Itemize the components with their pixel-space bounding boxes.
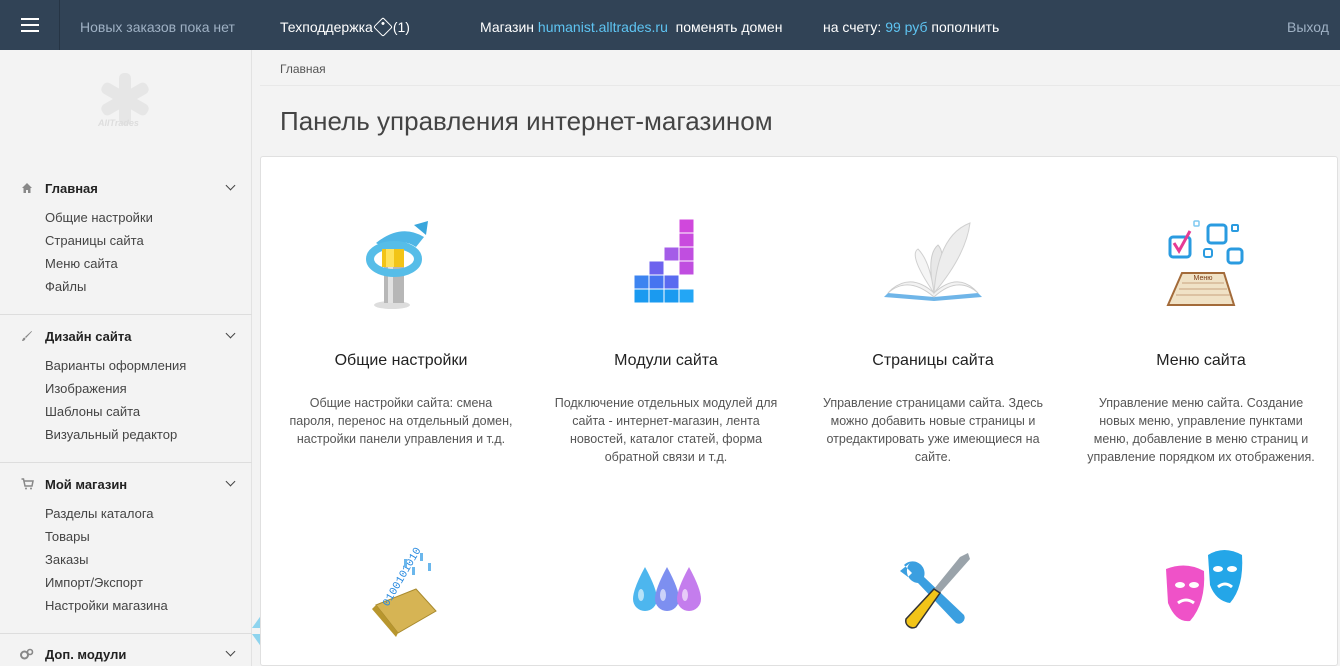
- blocks-icon: [611, 215, 721, 315]
- card-description: Общие настройки сайта: смена пароля, пер…: [289, 396, 513, 446]
- support-label: Техподдержка: [280, 19, 373, 35]
- sidebar-head-label: Главная: [45, 180, 98, 196]
- sidebar-item-general-settings[interactable]: Общие настройки: [0, 206, 252, 229]
- sidebar-item-pages[interactable]: Страницы сайта: [0, 229, 252, 252]
- masks-icon: [1146, 545, 1256, 645]
- card-title: Общие настройки: [334, 352, 468, 369]
- card-design[interactable]: [531, 545, 801, 645]
- support-link[interactable]: Техподдержка (1): [280, 0, 410, 50]
- support-count: (1): [392, 19, 410, 35]
- sidebar-item-themes[interactable]: Варианты оформления: [0, 354, 252, 377]
- card-title: Страницы сайта: [872, 352, 994, 369]
- menu-checklist-icon: Меню: [1146, 215, 1256, 315]
- dashboard-panel: Общие настройки Общие настройки сайта: с…: [260, 156, 1338, 666]
- card-files[interactable]: 0100101010: [266, 545, 536, 645]
- shop-label: Магазин: [480, 19, 535, 35]
- sidebar-item-templates[interactable]: Шаблоны сайта: [0, 400, 252, 423]
- top-bar: Новых заказов пока нет Техподдержка (1) М…: [0, 0, 1340, 50]
- change-domain-link[interactable]: поменять домен: [676, 19, 783, 35]
- sidebar-item-menu[interactable]: Меню сайта: [0, 252, 252, 275]
- sidebar: AllTrades Главная Общие настройки Страни…: [0, 50, 252, 666]
- tools-icon: [878, 545, 988, 645]
- drops-icon: [611, 545, 721, 645]
- sidebar-head-label: Мой магазин: [45, 476, 128, 492]
- card-general-settings[interactable]: Общие настройки Общие настройки сайта: с…: [266, 215, 536, 448]
- sidebar-head-modules[interactable]: Доп. модули: [0, 642, 252, 666]
- sidebar-item-images[interactable]: Изображения: [0, 377, 252, 400]
- card-tools[interactable]: [798, 545, 1068, 645]
- card-description: Подключение отдельных модулей для сайта …: [554, 396, 778, 464]
- sidebar-section-design: Дизайн сайта Варианты оформления Изображ…: [0, 324, 252, 446]
- home-icon: [20, 181, 34, 195]
- logo-text: AllTrades: [98, 118, 139, 128]
- breadcrumb: Главная: [260, 50, 1340, 86]
- balance-info: на счету: 99 руб пополнить: [823, 0, 999, 50]
- ticket-icon: [372, 17, 393, 37]
- sidebar-item-shop-settings[interactable]: Настройки магазина: [0, 594, 252, 617]
- chevron-down-icon: [225, 476, 236, 487]
- card-description: Управление меню сайта. Создание новых ме…: [1087, 396, 1315, 464]
- book-icon: [878, 215, 988, 315]
- brush-icon: [20, 329, 34, 343]
- sidebar-head-design[interactable]: Дизайн сайта: [0, 324, 252, 348]
- sidebar-item-visual-editor[interactable]: Визуальный редактор: [0, 423, 252, 446]
- chevron-down-icon: [225, 646, 236, 657]
- sidebar-item-products[interactable]: Товары: [0, 525, 252, 548]
- binary-folder-icon: 0100101010: [346, 545, 456, 645]
- card-title: Меню сайта: [1156, 352, 1246, 369]
- sidebar-item-catalog-sections[interactable]: Разделы каталога: [0, 502, 252, 525]
- balance-label: на счету:: [823, 19, 882, 35]
- sidebar-head-shop[interactable]: Мой магазин: [0, 472, 252, 496]
- sidebar-item-import-export[interactable]: Импорт/Экспорт: [0, 571, 252, 594]
- chevron-down-icon: [225, 180, 236, 191]
- divider: [0, 462, 252, 463]
- card-site-modules[interactable]: Модули сайта Подключение отдельных модул…: [531, 215, 801, 466]
- card-masks[interactable]: [1066, 545, 1336, 645]
- new-orders-status[interactable]: Новых заказов пока нет: [80, 0, 235, 50]
- sidebar-head-label: Доп. модули: [45, 646, 127, 662]
- card-title: Модули сайта: [614, 352, 718, 369]
- sidebar-section-shop: Мой магазин Разделы каталога Товары Зака…: [0, 472, 252, 617]
- divider: [0, 314, 252, 315]
- sidebar-item-files[interactable]: Файлы: [0, 275, 252, 298]
- cart-icon: [20, 477, 34, 491]
- page-title: Панель управления интернет-магазином: [280, 106, 773, 136]
- hamburger-menu-icon[interactable]: [0, 0, 60, 50]
- menu-icon-caption: Меню: [1194, 275, 1213, 282]
- sidebar-section-modules: Доп. модули: [0, 642, 252, 666]
- topup-link[interactable]: пополнить: [931, 19, 999, 35]
- wrench-bolt-icon: [346, 215, 456, 315]
- balance-value: 99 руб: [885, 19, 928, 35]
- chevron-down-icon: [225, 328, 236, 339]
- gears-icon: [20, 647, 34, 661]
- breadcrumb-home[interactable]: Главная: [280, 62, 326, 76]
- sidebar-section-main: Главная Общие настройки Страницы сайта М…: [0, 176, 252, 298]
- logout-link[interactable]: Выход: [1287, 0, 1329, 50]
- card-description: Управление страницами сайта. Здесь можно…: [822, 396, 1044, 464]
- divider: [0, 633, 252, 634]
- shop-info: Магазин humanist.alltrades.ru поменять д…: [480, 0, 782, 50]
- sidebar-head-label: Дизайн сайта: [45, 328, 132, 344]
- sidebar-head-main[interactable]: Главная: [0, 176, 252, 200]
- card-site-menu[interactable]: Меню Меню сайта Управление меню сайта. С…: [1066, 215, 1336, 466]
- sidebar-item-orders[interactable]: Заказы: [0, 548, 252, 571]
- shop-domain-link[interactable]: humanist.alltrades.ru: [538, 19, 668, 35]
- card-site-pages[interactable]: Страницы сайта Управление страницами сай…: [798, 215, 1068, 466]
